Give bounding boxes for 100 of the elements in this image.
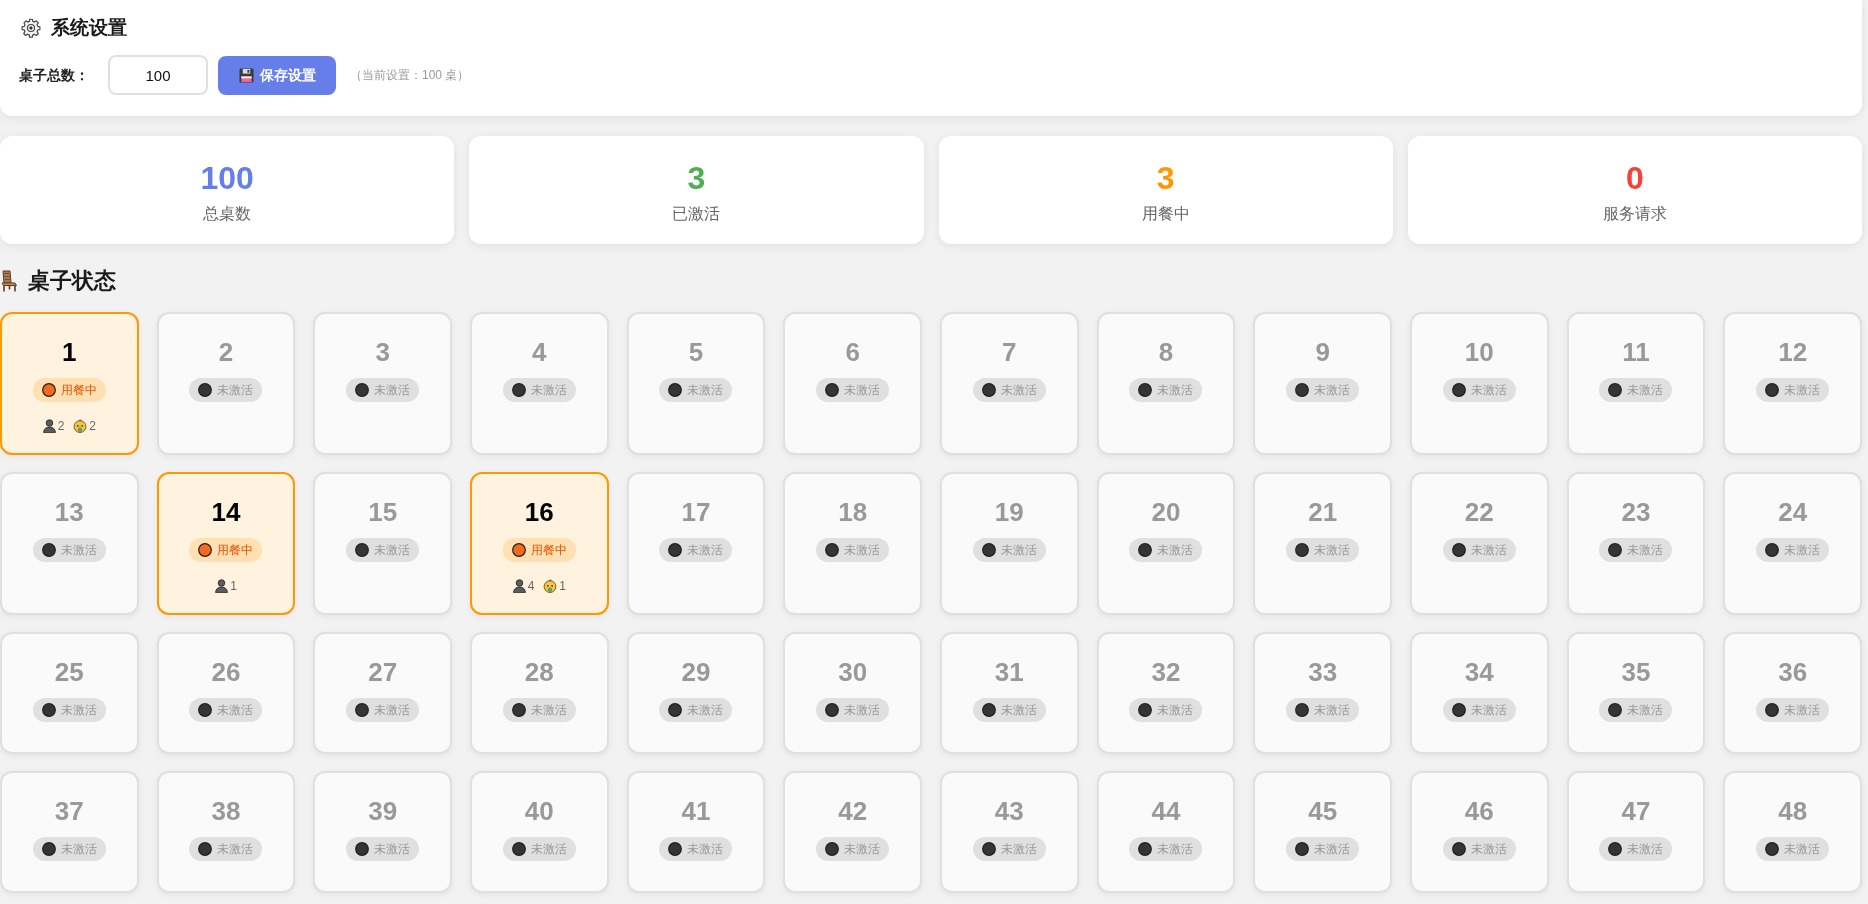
table-card[interactable]: 34 未激活 <box>1410 632 1549 754</box>
table-card[interactable]: 10 未激活 <box>1410 312 1549 455</box>
table-number: 26 <box>211 656 241 689</box>
table-card[interactable]: 42 未激活 <box>783 771 922 893</box>
status-dot-icon <box>355 543 370 557</box>
status-text: 用餐中 <box>217 542 254 558</box>
table-number: 25 <box>54 656 84 689</box>
table-card[interactable]: 6 未激活 <box>783 312 922 455</box>
table-number: 3 <box>375 336 390 369</box>
status-text: 未激活 <box>1627 382 1664 398</box>
table-card[interactable]: 7 未激活 <box>940 312 1079 455</box>
table-card[interactable]: 4 未激活 <box>470 312 609 455</box>
table-number: 48 <box>1778 795 1808 828</box>
stat-label: 总桌数 <box>203 204 252 224</box>
table-number: 7 <box>1002 336 1017 369</box>
status-dot-icon <box>668 383 683 397</box>
table-card[interactable]: 31 未激活 <box>940 632 1079 754</box>
table-number: 12 <box>1778 336 1808 369</box>
table-card[interactable]: 40 未激活 <box>470 771 609 893</box>
table-card[interactable]: 43 未激活 <box>940 771 1079 893</box>
table-card[interactable]: 12 未激活 <box>1723 312 1862 455</box>
table-card[interactable]: 27 未激活 <box>313 632 452 754</box>
table-card[interactable]: 39 未激活 <box>313 771 452 893</box>
table-card[interactable]: 33 未激活 <box>1253 632 1392 754</box>
table-number: 22 <box>1464 496 1494 529</box>
table-card[interactable]: 11 未激活 <box>1566 312 1706 455</box>
table-number: 14 <box>211 496 241 529</box>
table-card[interactable]: 35 未激活 <box>1566 632 1706 754</box>
status-dot-icon <box>981 842 996 856</box>
table-card[interactable]: 3 未激活 <box>313 312 452 455</box>
table-card[interactable]: 26 未激活 <box>156 632 296 754</box>
table-number: 35 <box>1621 656 1651 689</box>
status-text: 未激活 <box>1470 702 1507 718</box>
table-card[interactable]: 14 用餐中 1 <box>156 472 296 615</box>
status-text: 未激活 <box>687 542 724 558</box>
status-dot-icon <box>1608 842 1623 856</box>
table-card[interactable]: 47 未激活 <box>1566 771 1706 893</box>
table-card[interactable]: 20 未激活 <box>1096 472 1236 615</box>
table-card[interactable]: 18 未激活 <box>783 472 922 615</box>
status-dot-icon <box>198 842 213 856</box>
table-card[interactable]: 22 未激活 <box>1410 472 1549 615</box>
table-card[interactable]: 15 未激活 <box>313 472 452 615</box>
status-text: 未激活 <box>1470 382 1507 398</box>
table-card[interactable]: 5 未激活 <box>626 312 766 455</box>
table-card[interactable]: 13 未激活 <box>0 472 139 615</box>
table-card[interactable]: 38 未激活 <box>156 771 296 893</box>
status-dot-icon <box>668 703 683 717</box>
table-count-input[interactable]: 100 <box>108 55 208 95</box>
save-button[interactable]: 保存设置 <box>218 55 336 95</box>
guest-count: 2 <box>89 418 96 435</box>
table-card[interactable]: 25 未激活 <box>0 632 139 754</box>
status-dot-icon <box>1295 703 1310 717</box>
status-dot-icon <box>1765 703 1780 717</box>
stat-value: 3 <box>1156 159 1175 198</box>
status-dot-icon <box>511 543 526 557</box>
table-card[interactable]: 46 未激活 <box>1410 771 1549 893</box>
table-card[interactable]: 30 未激活 <box>783 632 922 754</box>
status-dot-icon <box>1138 842 1153 856</box>
table-card[interactable]: 21 未激活 <box>1253 472 1392 615</box>
person-icon <box>42 419 56 433</box>
table-card[interactable]: 8 未激活 <box>1096 312 1236 455</box>
table-card[interactable]: 48 未激活 <box>1723 771 1862 893</box>
table-card[interactable]: 24 未激活 <box>1723 472 1862 615</box>
status-dot-icon <box>198 703 213 717</box>
table-number: 47 <box>1621 795 1651 828</box>
stat-label: 已激活 <box>672 204 721 224</box>
status-text: 未激活 <box>687 841 724 857</box>
table-card[interactable]: 45 未激活 <box>1253 771 1392 893</box>
table-card[interactable]: 41 未激活 <box>626 771 766 893</box>
status-text: 未激活 <box>217 841 254 857</box>
table-number: 45 <box>1308 795 1338 828</box>
settings-title: 系统设置 <box>51 16 127 40</box>
table-card[interactable]: 17 未激活 <box>626 472 766 615</box>
table-card[interactable]: 2 未激活 <box>156 312 296 455</box>
status-text: 未激活 <box>217 382 254 398</box>
field-label: 桌子总数： <box>19 65 89 85</box>
table-number: 17 <box>681 496 711 529</box>
table-card[interactable]: 36 未激活 <box>1723 632 1862 754</box>
table-card[interactable]: 44 未激活 <box>1096 771 1236 893</box>
table-number: 23 <box>1621 496 1651 529</box>
table-card[interactable]: 32 未激活 <box>1096 632 1236 754</box>
status-text: 未激活 <box>1314 542 1351 558</box>
table-card[interactable]: 19 未激活 <box>940 472 1079 615</box>
status-text: 未激活 <box>1627 542 1664 558</box>
status-text: 未激活 <box>1157 702 1194 718</box>
status-text: 未激活 <box>1784 542 1821 558</box>
table-card[interactable]: 1 用餐中 2 2 <box>0 312 139 455</box>
table-card[interactable]: 16 用餐中 4 1 <box>470 472 609 615</box>
status-text: 未激活 <box>1627 841 1664 857</box>
table-number: 44 <box>1151 795 1181 828</box>
guest-count: 2 <box>57 418 65 435</box>
table-number: 28 <box>524 656 554 689</box>
table-card[interactable]: 29 未激活 <box>626 632 766 754</box>
table-card[interactable]: 23 未激活 <box>1566 472 1706 615</box>
table-card[interactable]: 37 未激活 <box>0 771 139 893</box>
status-dot-icon <box>981 703 996 717</box>
table-number: 16 <box>524 496 554 529</box>
status-text: 未激活 <box>1157 841 1194 857</box>
table-card[interactable]: 9 未激活 <box>1253 312 1392 455</box>
table-card[interactable]: 28 未激活 <box>470 632 609 754</box>
